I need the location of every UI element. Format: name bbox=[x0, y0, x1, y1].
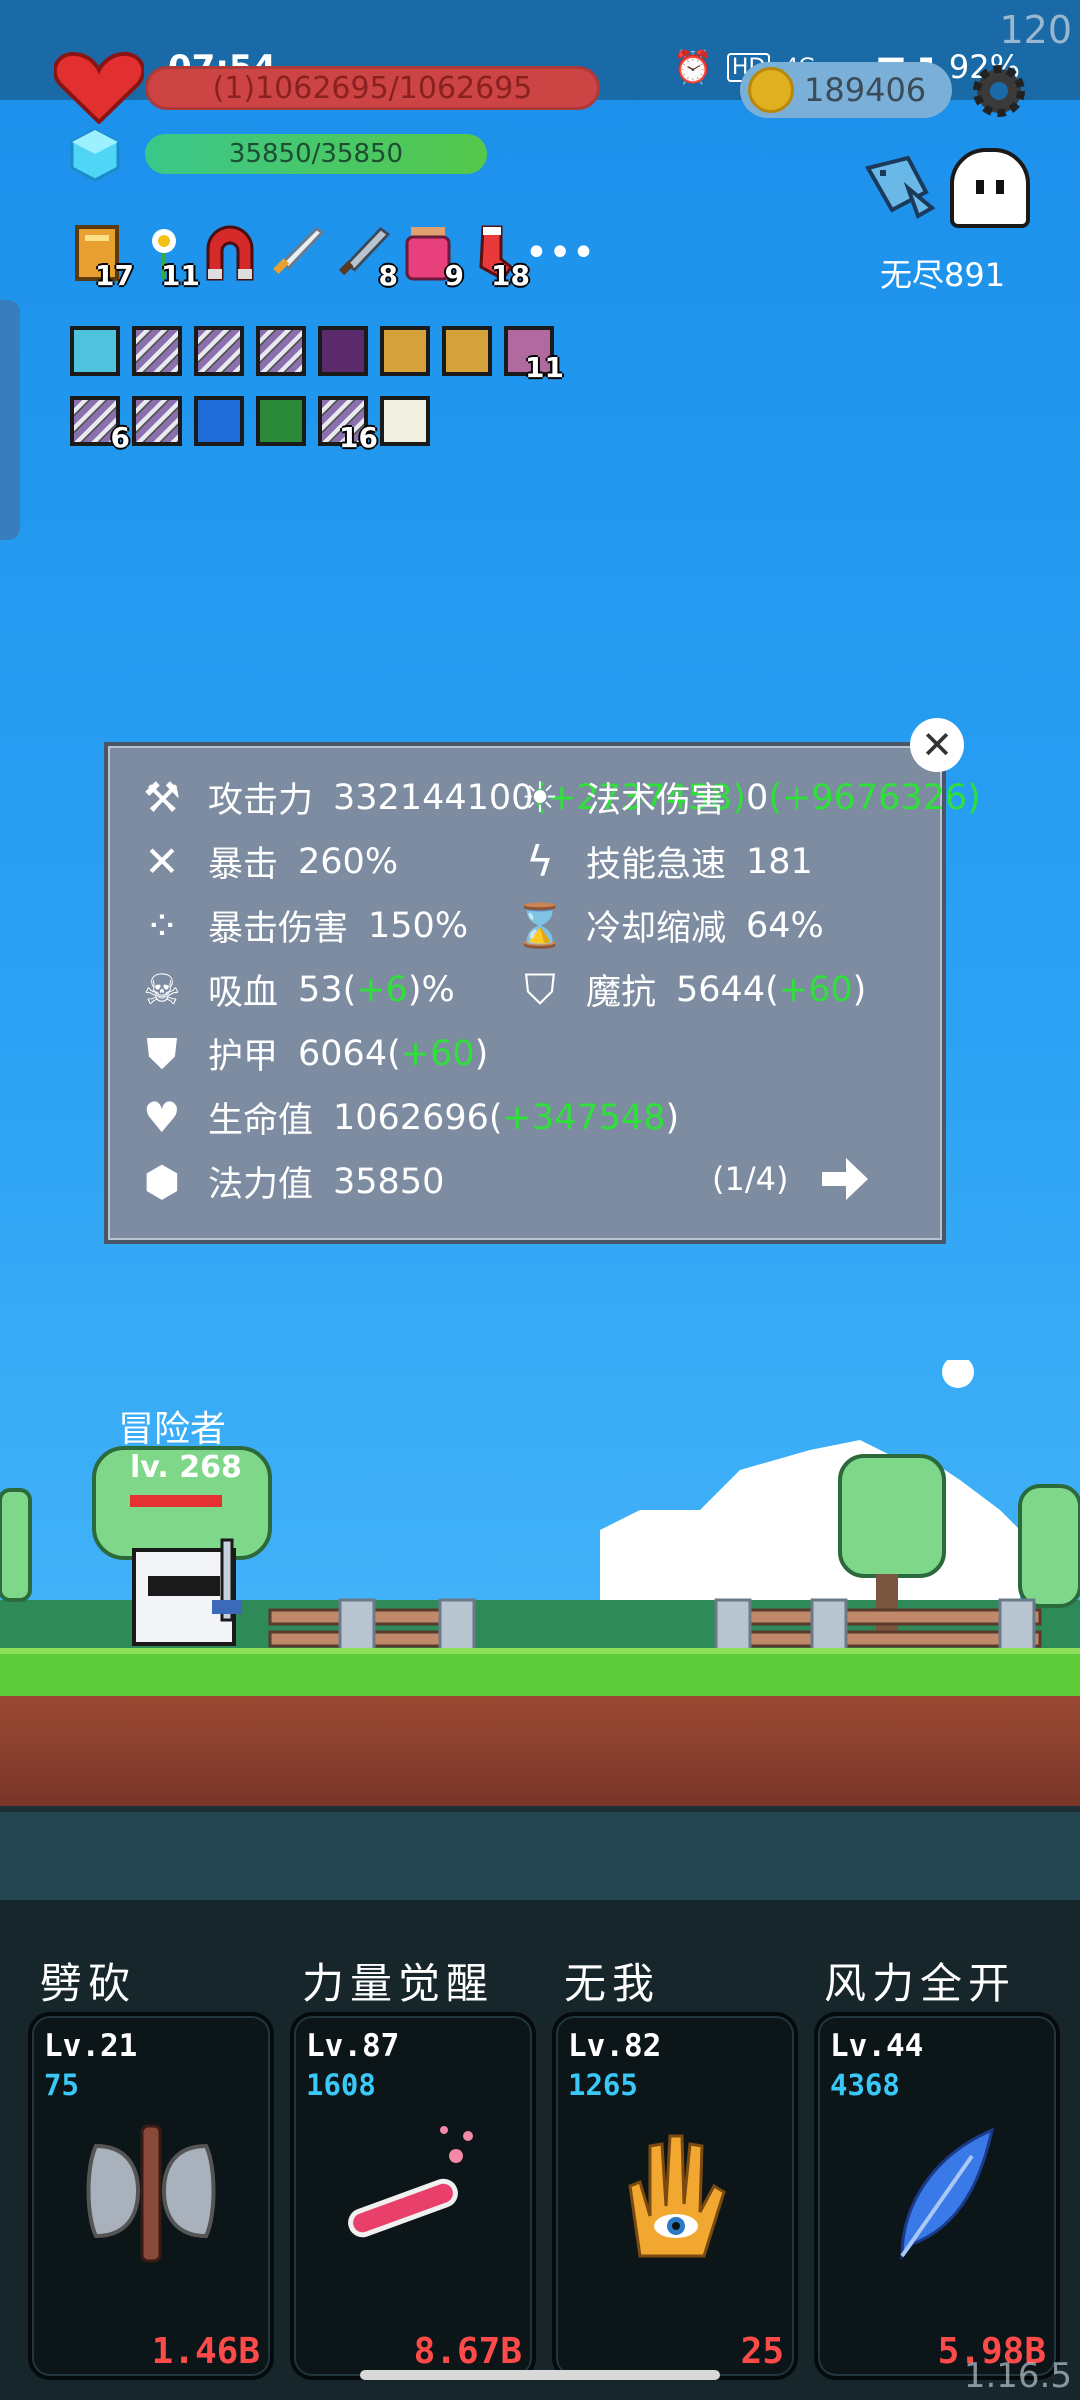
crit-stat-icon: ✕ bbox=[144, 837, 180, 886]
gear-icon[interactable] bbox=[970, 62, 1028, 120]
ground-grass bbox=[0, 1648, 1080, 1702]
home-indicator[interactable] bbox=[360, 2370, 720, 2380]
mana-bar: 35850/35850 bbox=[145, 134, 487, 174]
skull-stat-icon: ☠ bbox=[143, 965, 181, 1014]
sword-icon[interactable] bbox=[268, 220, 324, 286]
ghost-icon[interactable] bbox=[950, 148, 1030, 228]
blade-card-icon[interactable] bbox=[194, 326, 244, 376]
fish-icon[interactable] bbox=[862, 148, 936, 222]
health-bar: (1)1062695/1062695 bbox=[145, 66, 600, 110]
fps-counter: 120 bbox=[999, 8, 1072, 52]
eye-hand-icon bbox=[628, 2134, 726, 2258]
stats-page-indicator: (1/4) bbox=[712, 1160, 789, 1198]
skill-card-selfless[interactable]: Lv.82 1265 25 bbox=[552, 2012, 798, 2380]
stat-lifesteal: ☠ 吸血 53(+6)% bbox=[138, 964, 455, 1015]
stat-magic-resist: ⛉ 魔抗 5644(+60) bbox=[516, 964, 866, 1015]
lightning-stat-icon: ϟ bbox=[526, 837, 554, 886]
stat-cooldown: ⌛ 冷却缩减 64% bbox=[513, 900, 824, 950]
stat-crit: ✕ 暴击 260% bbox=[138, 836, 398, 887]
equipment-row-2: 6 16 bbox=[70, 396, 430, 454]
crit-damage-stat-icon: ⁘ bbox=[144, 901, 180, 950]
snow-icon[interactable] bbox=[194, 396, 244, 446]
hero-health-bar bbox=[130, 1495, 222, 1507]
potion-icon bbox=[348, 2126, 473, 2238]
blade-card-icon[interactable] bbox=[132, 326, 182, 376]
heart-stat-icon: ♥ bbox=[143, 1093, 181, 1142]
stat-haste: ϟ 技能急速 181 bbox=[516, 836, 813, 887]
skill-title-selfless: 无我 bbox=[564, 1959, 661, 2008]
sprout-icon[interactable] bbox=[380, 396, 430, 446]
coin-amount: 189406 bbox=[804, 71, 927, 109]
side-drawer-handle[interactable] bbox=[0, 300, 20, 540]
shield-heart-stat-icon: ⛉ bbox=[524, 964, 556, 1014]
axe-icon bbox=[86, 2124, 216, 2263]
equipment-row-1: 11 bbox=[70, 326, 564, 384]
sun-stat-icon: ☀ bbox=[521, 773, 559, 822]
more-items-button[interactable]: ••• bbox=[525, 220, 596, 286]
version-label: 1.16.5 bbox=[963, 2356, 1072, 2396]
heart-icon bbox=[54, 52, 144, 124]
item-bar: 17 11 8 9 18 ••• bbox=[70, 220, 596, 292]
hourglass-stat-icon: ⌛ bbox=[513, 900, 567, 950]
blade-card-icon[interactable]: 6 bbox=[70, 396, 130, 454]
ground-dirt bbox=[0, 1696, 1080, 1806]
stat-armor: ⛊ 护甲 6064(+60) bbox=[138, 1028, 488, 1079]
mana-gem-icon bbox=[70, 128, 120, 182]
flower-icon[interactable]: 11 bbox=[136, 220, 200, 292]
sock-icon[interactable]: 18 bbox=[466, 220, 530, 292]
next-page-arrow-icon[interactable] bbox=[818, 1152, 872, 1206]
pink-card-icon[interactable]: 11 bbox=[504, 326, 564, 384]
endless-stage-label: 无尽891 bbox=[880, 256, 1006, 294]
stat-mana: ⬢ 法力值 35850 bbox=[138, 1156, 445, 1207]
coin-icon bbox=[748, 67, 794, 113]
skill-title-slash: 劈砍 bbox=[40, 1959, 137, 2008]
skill-card-power-awaken[interactable]: Lv.87 1608 8.67B bbox=[290, 2012, 536, 2380]
book-icon[interactable]: 17 bbox=[70, 220, 134, 292]
blade-icon[interactable]: 8 bbox=[334, 220, 398, 292]
magnet-icon[interactable] bbox=[202, 220, 258, 286]
stat-crit-damage: ⁘ 暴击伤害 150% bbox=[138, 900, 468, 951]
green-rune-icon[interactable] bbox=[256, 396, 306, 446]
stat-magic-damage: ☀ 法术伤害 0 (+9676326) bbox=[516, 772, 981, 823]
blade-card-icon[interactable] bbox=[256, 326, 306, 376]
crystal-stat-icon: ⬢ bbox=[143, 1157, 181, 1206]
demon-icon[interactable] bbox=[318, 326, 368, 376]
coin-counter: 189406 bbox=[740, 62, 952, 118]
stat-health: ♥ 生命值 1062696(+347548) bbox=[138, 1092, 679, 1143]
blade-card-icon[interactable]: 16 bbox=[318, 396, 378, 454]
skill-title-full-wind: 风力全开 bbox=[824, 1959, 1017, 2008]
blade-card-icon[interactable] bbox=[132, 396, 182, 446]
knight-icon bbox=[132, 1538, 242, 1646]
shield-card-icon[interactable] bbox=[442, 326, 492, 376]
axe-stat-icon: ⚒ bbox=[143, 773, 181, 822]
shield-card-icon[interactable] bbox=[380, 326, 430, 376]
skill-card-full-wind[interactable]: Lv.44 4368 5.98B bbox=[814, 2012, 1060, 2380]
hero-name: 冒险者 bbox=[118, 1409, 227, 1450]
feather-icon bbox=[900, 2127, 995, 2261]
skill-card-slash[interactable]: Lv.21 75 1.46B bbox=[28, 2012, 274, 2380]
lamp-icon[interactable] bbox=[70, 326, 120, 376]
close-button[interactable]: ✕ bbox=[910, 718, 964, 772]
alarm-icon: ⏰ bbox=[673, 48, 713, 86]
hero-level: lv. 268 bbox=[130, 1450, 242, 1485]
potion-jar-icon[interactable]: 9 bbox=[400, 220, 464, 292]
skill-title-power-awaken: 力量觉醒 bbox=[302, 1959, 495, 2008]
shield-stat-icon: ⛊ bbox=[146, 1028, 178, 1078]
